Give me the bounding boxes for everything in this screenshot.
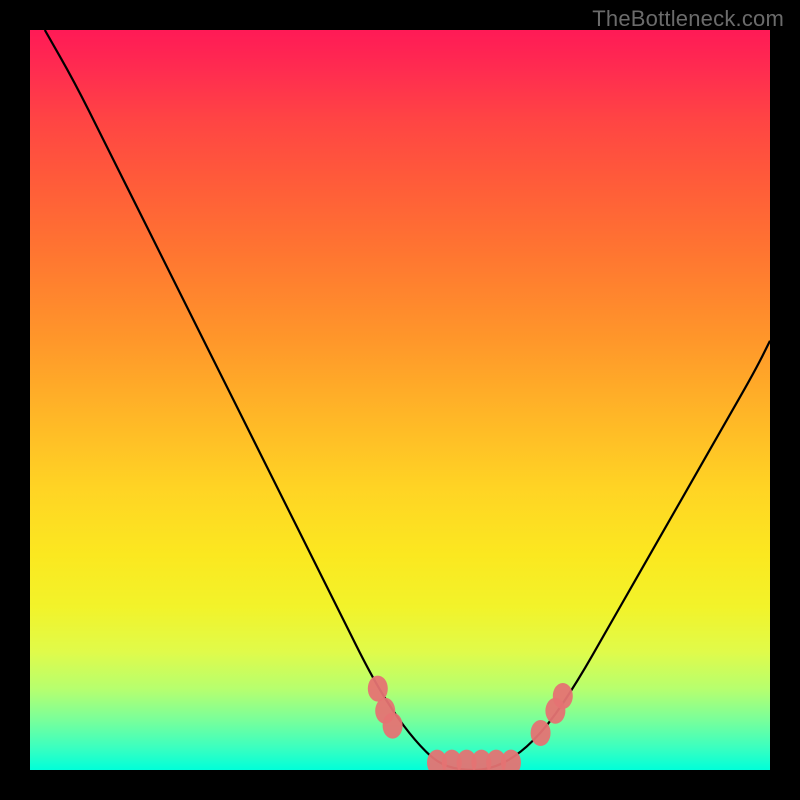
attribution-label: TheBottleneck.com (592, 6, 784, 32)
curve-marker (531, 720, 551, 746)
chart-frame: TheBottleneck.com (0, 0, 800, 800)
curve-marker (553, 683, 573, 709)
curve-marker (368, 676, 388, 702)
curve-marker (383, 713, 403, 739)
bottleneck-curve (45, 30, 770, 770)
curve-layer (30, 30, 770, 770)
plot-area (30, 30, 770, 770)
